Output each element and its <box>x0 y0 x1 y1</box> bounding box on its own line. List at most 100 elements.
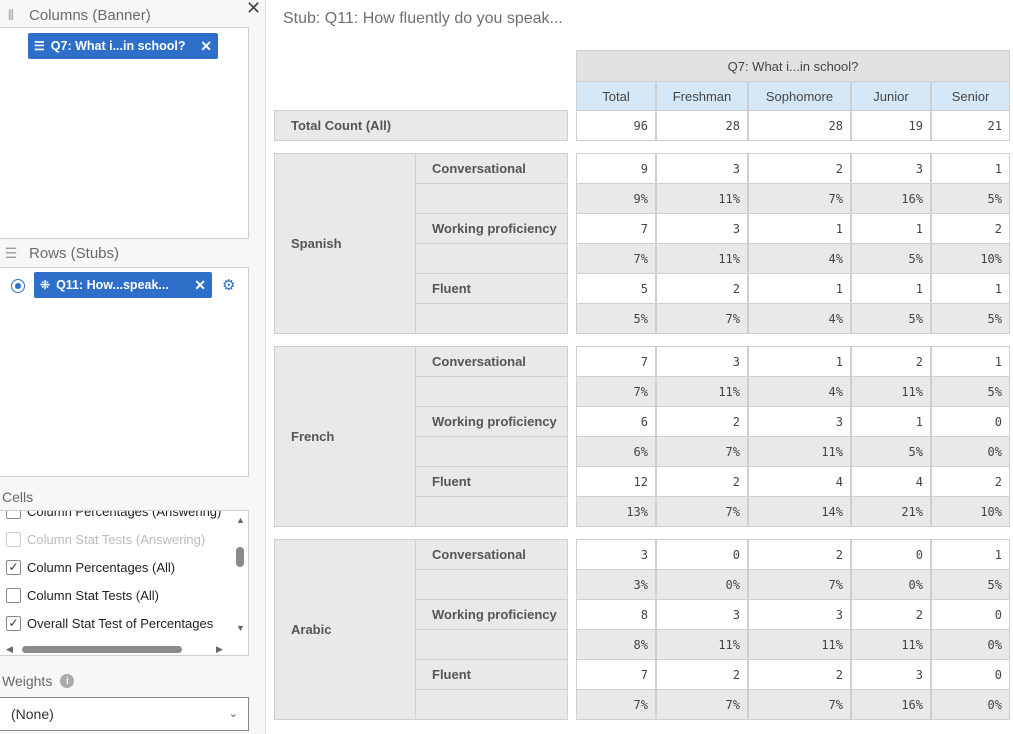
scroll-thumb[interactable] <box>236 547 244 567</box>
cell-option-col-stat-all[interactable]: Column Stat Tests (All) <box>6 585 159 605</box>
percent-cell: 16% <box>851 183 931 214</box>
count-cell: 1 <box>748 346 851 377</box>
count-cell: 12 <box>576 466 656 497</box>
count-cell: 7 <box>576 659 656 690</box>
count-cell: 2 <box>656 466 748 497</box>
column-header: Junior <box>851 81 931 111</box>
cell-option-label: Column Stat Tests (All) <box>27 587 159 603</box>
total-row-label: Total Count (All) <box>274 110 568 141</box>
percent-cell: 7% <box>576 243 656 274</box>
scroll-down-icon[interactable]: ▼ <box>236 623 245 633</box>
rows-drop-zone[interactable]: ⁜ Q11: How...speak... ✕ ⚙ <box>0 267 249 477</box>
percent-cell: 0% <box>851 569 931 600</box>
count-cell: 3 <box>851 659 931 690</box>
row-label: Conversational <box>415 153 568 184</box>
percent-cell: 5% <box>931 376 1010 407</box>
percent-cell: 4% <box>748 376 851 407</box>
column-header: Senior <box>931 81 1010 111</box>
rows-chip-label: Q11: How...speak... <box>56 278 169 292</box>
percent-cell: 5% <box>851 303 931 334</box>
column-header: Freshman <box>656 81 748 111</box>
count-cell: 4 <box>748 466 851 497</box>
percent-cell: 11% <box>656 183 748 214</box>
cell-option-label: Column Percentages (All) <box>27 559 176 575</box>
row-label-blank <box>415 569 568 600</box>
percent-cell: 11% <box>748 629 851 660</box>
percent-cell: 7% <box>656 689 748 720</box>
cell-option-label: Column Percentages (Answering) <box>27 510 222 519</box>
total-count-cell: 21 <box>931 110 1010 141</box>
cell-option-overall-stat[interactable]: ✓ Overall Stat Test of Percentages <box>6 613 213 633</box>
rows-header-label: Rows (Stubs) <box>29 244 120 262</box>
checkbox-disabled <box>6 531 21 547</box>
row-label-blank <box>415 303 568 334</box>
percent-cell: 10% <box>931 496 1010 527</box>
percent-cell: 11% <box>656 376 748 407</box>
count-cell: 1 <box>851 406 931 437</box>
count-cell: 3 <box>656 599 748 630</box>
percent-cell: 5% <box>931 183 1010 214</box>
row-label: Conversational <box>415 539 568 570</box>
checkbox-unchecked[interactable] <box>6 587 21 603</box>
close-icon[interactable]: ✕ <box>246 0 261 19</box>
columns-chip[interactable]: ☰ Q7: What i...in school? ✕ <box>28 33 218 59</box>
horizontal-scrollbar[interactable]: ◀ ▶ <box>0 641 232 655</box>
checkbox-checked[interactable]: ✓ <box>6 559 21 575</box>
row-label: Fluent <box>415 659 568 690</box>
scroll-left-icon[interactable]: ◀ <box>6 644 13 655</box>
remove-chip-icon[interactable]: ✕ <box>194 277 206 294</box>
cells-list[interactable]: Column Percentages (Answering) Column St… <box>0 510 249 656</box>
count-cell: 3 <box>748 406 851 437</box>
cell-option-label: Column Stat Tests (Answering) <box>27 531 206 547</box>
percent-cell: 5% <box>576 303 656 334</box>
remove-chip-icon[interactable]: ✕ <box>200 38 212 55</box>
percent-cell: 16% <box>851 689 931 720</box>
scroll-up-icon[interactable]: ▲ <box>236 515 245 525</box>
scroll-thumb[interactable] <box>22 646 182 653</box>
count-cell: 6 <box>576 406 656 437</box>
weights-select[interactable]: (None) ⌄ <box>0 697 249 731</box>
columns-drop-zone[interactable]: ☰ Q7: What i...in school? ✕ <box>0 27 249 239</box>
count-cell: 1 <box>931 346 1010 377</box>
total-count-cell: 28 <box>656 110 748 141</box>
cell-option-col-pct-all[interactable]: ✓ Column Percentages (All) <box>6 557 175 577</box>
checkbox-checked[interactable]: ✓ <box>6 615 21 631</box>
checkbox-unchecked[interactable] <box>6 511 21 519</box>
percent-cell: 8% <box>576 629 656 660</box>
rows-chip[interactable]: ⁜ Q11: How...speak... ✕ <box>34 272 212 298</box>
count-cell: 2 <box>931 466 1010 497</box>
count-cell: 7 <box>576 346 656 377</box>
percent-cell: 5% <box>851 436 931 467</box>
row-label: Conversational <box>415 346 568 377</box>
percent-cell: 14% <box>748 496 851 527</box>
row-label: Working proficiency <box>415 213 568 244</box>
columns-header-label: Columns (Banner) <box>29 6 151 24</box>
percent-cell: 13% <box>576 496 656 527</box>
percent-cell: 4% <box>748 243 851 274</box>
cell-option-col-pct-answering[interactable]: Column Percentages (Answering) <box>6 510 222 521</box>
weights-header-label: Weights <box>2 673 53 689</box>
columns-icon: ⫴ <box>8 6 14 23</box>
count-cell: 3 <box>656 346 748 377</box>
count-cell: 3 <box>656 213 748 244</box>
radio-selected-icon[interactable] <box>11 279 25 293</box>
percent-cell: 4% <box>748 303 851 334</box>
group-label: French <box>274 346 416 527</box>
percent-cell: 7% <box>656 303 748 334</box>
percent-cell: 5% <box>851 243 931 274</box>
row-label: Fluent <box>415 273 568 304</box>
scroll-right-icon[interactable]: ▶ <box>216 644 223 655</box>
split-icon: ⁜ <box>40 278 51 292</box>
weights-value: (None) <box>11 706 54 722</box>
vertical-scrollbar[interactable]: ▲ ▼ <box>232 511 248 641</box>
column-header: Sophomore <box>748 81 851 111</box>
stub-title: Stub: Q11: How fluently do you speak... <box>283 10 563 27</box>
row-label-blank <box>415 183 568 214</box>
count-cell: 1 <box>931 539 1010 570</box>
gear-icon[interactable]: ⚙ <box>222 276 235 294</box>
cell-option-label: Overall Stat Test of Percentages <box>27 615 214 631</box>
left-panel: ⫴ Columns (Banner) ✕ ☰ Q7: What i...in s… <box>0 0 266 734</box>
count-cell: 3 <box>851 153 931 184</box>
count-cell: 3 <box>748 599 851 630</box>
info-icon[interactable]: i <box>60 674 75 688</box>
